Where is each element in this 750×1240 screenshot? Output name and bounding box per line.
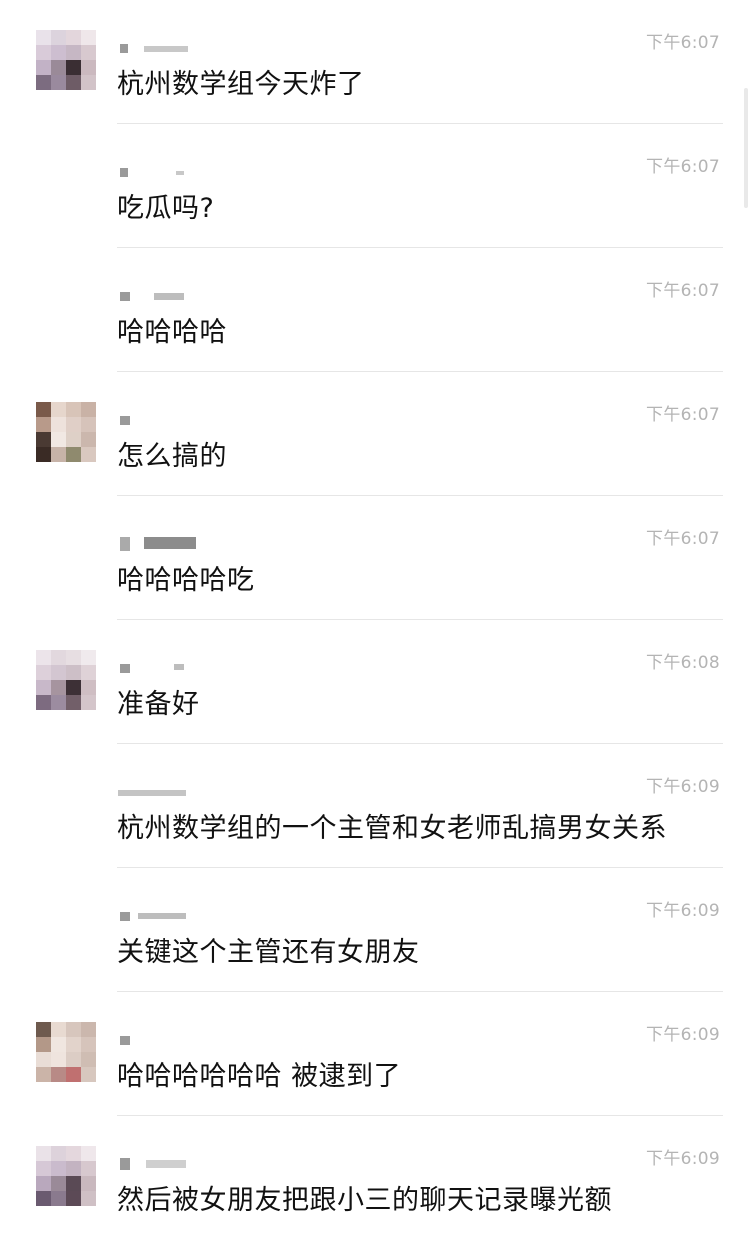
message-text: 准备好 <box>117 689 200 720</box>
message-item[interactable]: 下午6:07 哈哈哈哈吃 <box>0 496 750 620</box>
message-item[interactable]: 下午6:09 杭州数学组的一个主管和女老师乱搞男女关系 <box>0 744 750 868</box>
message-item[interactable]: 下午6:07 吃瓜吗? <box>0 124 750 248</box>
message-text: 关键这个主管还有女朋友 <box>117 937 420 968</box>
chat-message-list[interactable]: 下午6:07 杭州数学组今天炸了 下午6:07 吃瓜吗? 下午6:07 哈哈哈哈 <box>0 0 750 1227</box>
message-time: 下午6:07 <box>646 281 720 301</box>
sender-name-redacted <box>118 1156 198 1172</box>
message-time: 下午6:09 <box>646 1149 720 1169</box>
sender-name-redacted <box>118 164 198 180</box>
message-text: 吃瓜吗? <box>117 193 215 224</box>
message-time: 下午6:07 <box>646 157 720 177</box>
sender-name-redacted <box>118 908 198 924</box>
sender-name-redacted <box>118 288 198 304</box>
avatar[interactable] <box>36 1022 96 1082</box>
message-text: 然后被女朋友把跟小三的聊天记录曝光额 <box>117 1185 612 1216</box>
message-item[interactable]: 下午6:09 然后被女朋友把跟小三的聊天记录曝光额 <box>0 1116 750 1240</box>
message-item[interactable]: 下午6:07 杭州数学组今天炸了 <box>0 0 750 124</box>
message-text: 哈哈哈哈吃 <box>117 565 255 596</box>
avatar[interactable] <box>36 1146 96 1206</box>
sender-name-redacted <box>118 660 198 676</box>
message-item[interactable]: 下午6:08 准备好 <box>0 620 750 744</box>
message-text: 哈哈哈哈 <box>117 317 227 348</box>
message-text: 哈哈哈哈哈哈 被逮到了 <box>117 1061 402 1092</box>
sender-name-redacted <box>118 40 198 56</box>
message-text: 杭州数学组今天炸了 <box>117 69 365 100</box>
avatar[interactable] <box>36 650 96 710</box>
message-item[interactable]: 下午6:09 关键这个主管还有女朋友 <box>0 868 750 992</box>
message-text: 怎么搞的 <box>117 441 227 472</box>
avatar[interactable] <box>36 402 96 462</box>
sender-name-redacted <box>118 1032 198 1048</box>
message-item[interactable]: 下午6:09 哈哈哈哈哈哈 被逮到了 <box>0 992 750 1116</box>
message-time: 下午6:07 <box>646 405 720 425</box>
message-time: 下午6:09 <box>646 1025 720 1045</box>
sender-name-redacted <box>118 784 198 800</box>
sender-name-redacted <box>118 412 198 428</box>
message-time: 下午6:09 <box>646 777 720 797</box>
message-item[interactable]: 下午6:07 怎么搞的 <box>0 372 750 496</box>
message-time: 下午6:07 <box>646 529 720 549</box>
message-item[interactable]: 下午6:07 哈哈哈哈 <box>0 248 750 372</box>
sender-name-redacted <box>118 536 198 552</box>
message-time: 下午6:07 <box>646 33 720 53</box>
scrollbar[interactable] <box>744 88 748 208</box>
message-text: 杭州数学组的一个主管和女老师乱搞男女关系 <box>117 813 667 844</box>
avatar[interactable] <box>36 30 96 90</box>
message-time: 下午6:09 <box>646 901 720 921</box>
message-time: 下午6:08 <box>646 653 720 673</box>
